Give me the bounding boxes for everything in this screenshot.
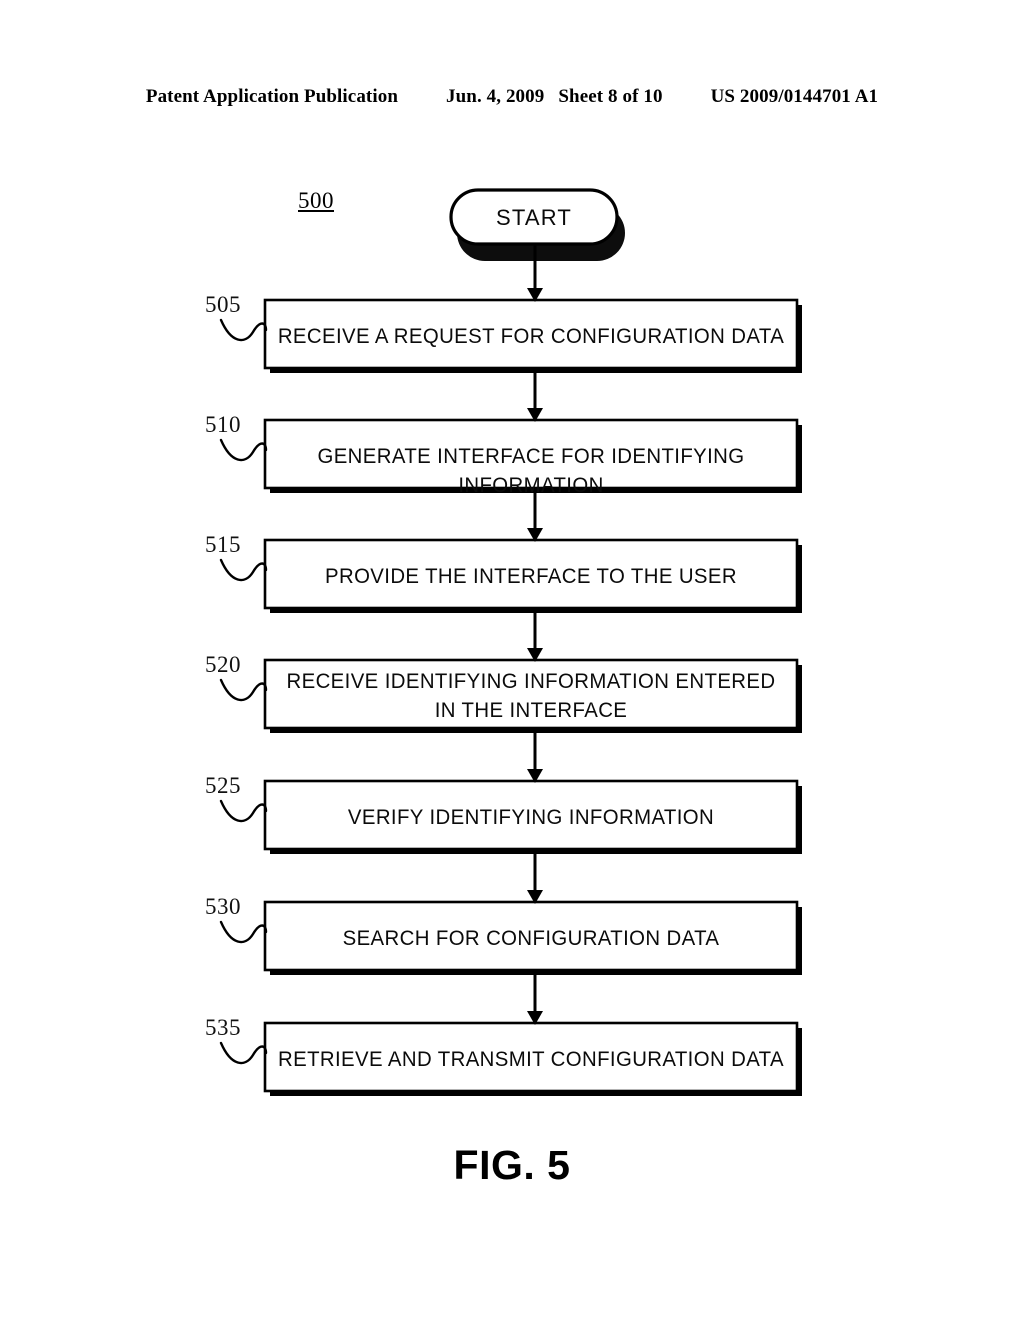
leader-535 — [219, 1041, 268, 1065]
ref-numeral-515: 515 — [205, 532, 241, 557]
process-box-520-label: RECEIVE IDENTIFYING INFORMATION ENTERED … — [286, 670, 776, 722]
figure-caption: FIG. 5 — [453, 1142, 571, 1188]
ref-numeral-505: 505 — [205, 292, 241, 317]
leader-510 — [219, 438, 268, 462]
ref-numeral-520: 520 — [205, 652, 241, 677]
flowchart-figure: 500 START 505 510 515 520 525 530 535 RE… — [0, 0, 1024, 1320]
process-box-535-label: RETRIEVE AND TRANSMIT CONFIGURATION DATA — [278, 1048, 784, 1071]
process-box-510-label: GENERATE INTERFACE FOR IDENTIFYING INFOR… — [317, 445, 745, 497]
start-node-label: START — [495, 205, 573, 230]
process-box-515-label: PROVIDE THE INTERFACE TO THE USER — [324, 565, 737, 588]
ref-numeral-525: 525 — [205, 773, 241, 798]
leader-515 — [219, 558, 268, 582]
ref-numeral-530: 530 — [205, 894, 241, 919]
process-box-530-label: SEARCH FOR CONFIGURATION DATA — [342, 927, 720, 950]
process-box-505-label: RECEIVE A REQUEST FOR CONFIGURATION DATA — [277, 325, 785, 348]
flowchart-graphics — [219, 188, 802, 1096]
leader-525 — [219, 799, 268, 823]
process-box-525-label: VERIFY IDENTIFYING INFORMATION — [347, 806, 715, 829]
leader-520 — [219, 678, 268, 702]
ref-numeral-535: 535 — [205, 1015, 241, 1040]
leader-505 — [219, 318, 268, 342]
figure-ref-500: 500 — [298, 188, 334, 213]
ref-numeral-510: 510 — [205, 412, 241, 437]
leader-530 — [219, 920, 268, 944]
